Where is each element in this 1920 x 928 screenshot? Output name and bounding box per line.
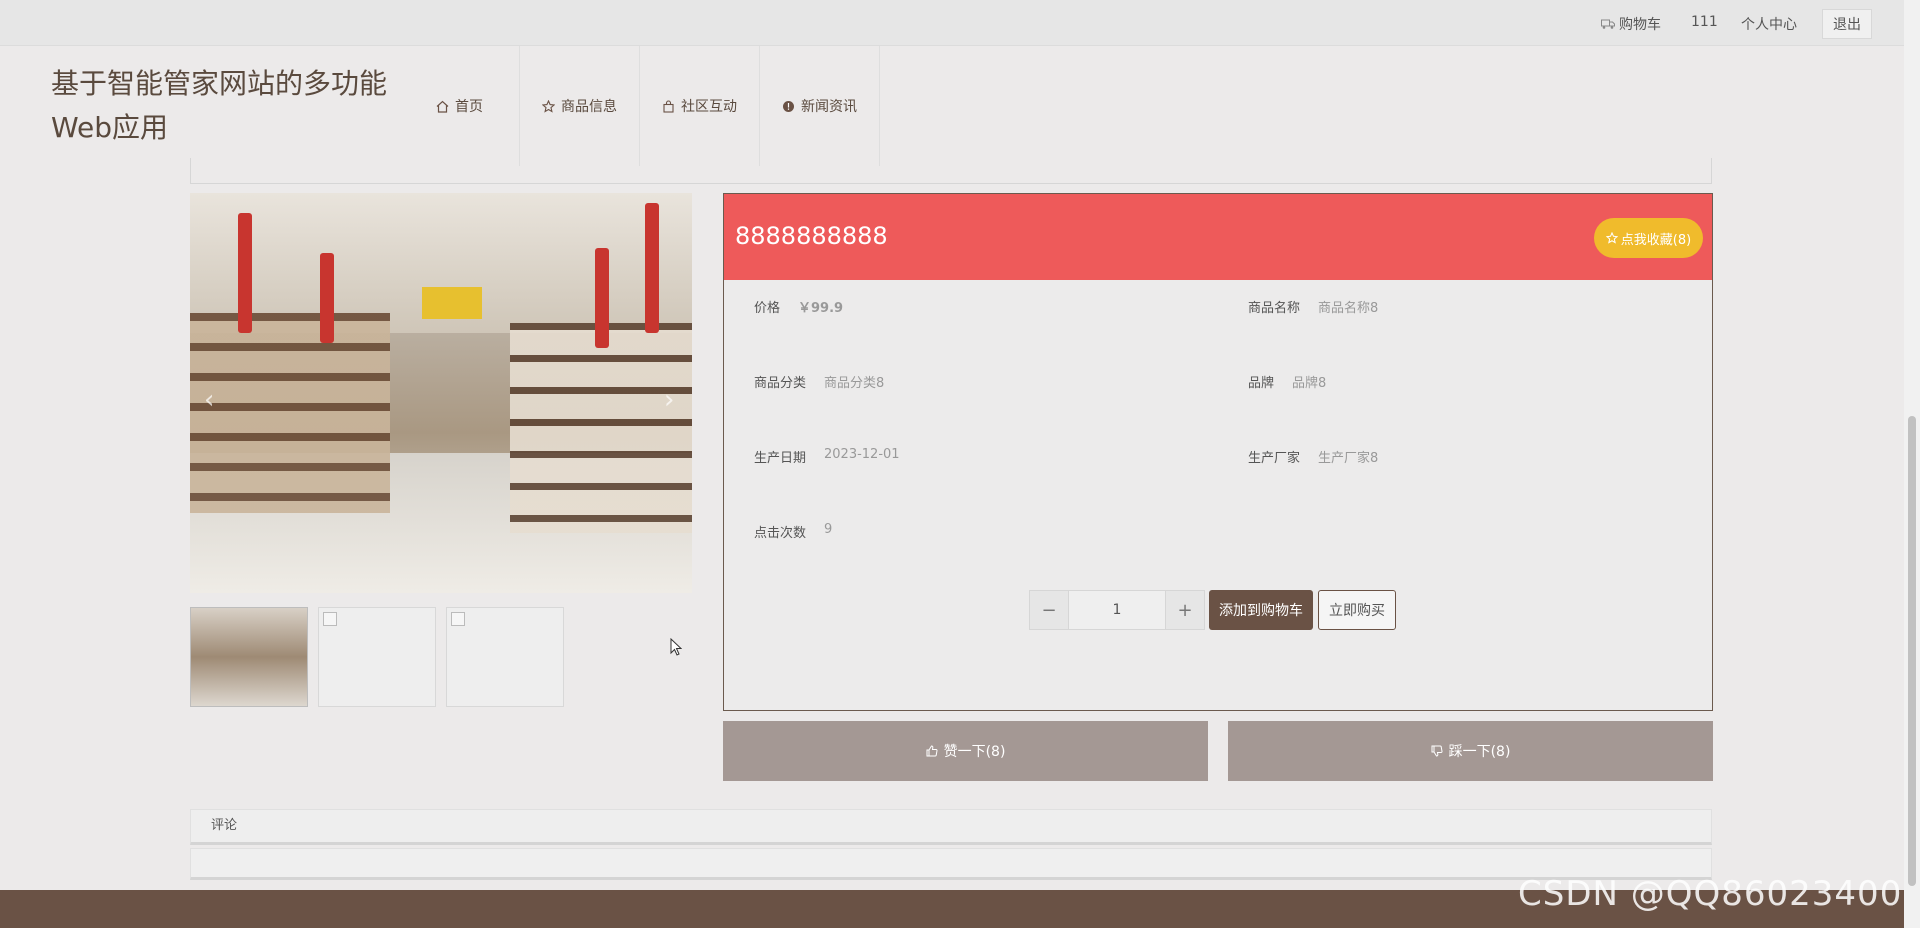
thumbnail-3[interactable] xyxy=(446,607,564,707)
star-icon xyxy=(542,99,555,113)
clicks-label: 点击次数 xyxy=(754,526,807,541)
thumbs-down-icon xyxy=(1431,745,1443,757)
like-label: 赞一下(8) xyxy=(943,744,1006,760)
thumbnail-strip xyxy=(190,607,564,707)
nav-item-home[interactable]: 首页 xyxy=(400,46,520,166)
username-link[interactable]: 111 xyxy=(1691,14,1718,30)
product-main-image[interactable] xyxy=(190,193,692,593)
quantity-input[interactable] xyxy=(1069,590,1165,630)
nav-item-label: 首页 xyxy=(455,99,483,115)
photo-banner xyxy=(645,203,659,333)
buy-now-button[interactable]: 立即购买 xyxy=(1318,590,1396,630)
main-nav: 首页 商品信息 社区互动 新闻资讯 xyxy=(400,46,880,166)
decrease-quantity-button[interactable]: − xyxy=(1029,590,1069,630)
product-title: 8888888888 xyxy=(735,222,888,250)
top-utility-bar: 购物车 111 个人中心 退出 xyxy=(0,0,1920,46)
nav-item-news[interactable]: 新闻资讯 xyxy=(760,46,880,166)
product-header: 8888888888 点我收藏(8) xyxy=(724,194,1712,280)
logout-label: 退出 xyxy=(1833,17,1861,33)
broken-image-icon xyxy=(323,612,337,626)
name-value: 商品名称8 xyxy=(1318,301,1379,316)
photo-sign xyxy=(422,287,482,319)
cart-label: 购物车 xyxy=(1619,17,1661,33)
quantity-row: − + 添加到购物车 立即购买 xyxy=(1029,590,1396,630)
user-center-label: 个人中心 xyxy=(1741,17,1797,33)
thumbnail-2[interactable] xyxy=(318,607,436,707)
date-value: 2023-12-01 xyxy=(824,447,900,462)
category-value: 商品分类8 xyxy=(824,376,885,391)
brand-value: 品牌8 xyxy=(1292,376,1327,391)
price-label: 价格 xyxy=(754,301,781,316)
carousel-prev-icon[interactable]: ‹ xyxy=(204,385,214,415)
home-icon xyxy=(436,100,449,113)
comments-body xyxy=(190,848,1712,880)
like-button[interactable]: 赞一下(8) xyxy=(723,721,1208,781)
date-field: 生产日期 2023-12-01 xyxy=(754,447,900,466)
star-icon xyxy=(1605,232,1618,244)
category-field: 商品分类 商品分类8 xyxy=(754,372,884,391)
product-info-panel: 8888888888 点我收藏(8) 价格 ￥99.9 商品名称 商品名称8 商… xyxy=(723,193,1713,711)
maker-field: 生产厂家 生产厂家8 xyxy=(1248,447,1378,466)
logout-button[interactable]: 退出 xyxy=(1822,9,1872,39)
name-label: 商品名称 xyxy=(1248,301,1301,316)
photo-banner xyxy=(320,253,334,343)
clicks-field: 点击次数 9 xyxy=(754,522,832,541)
maker-value: 生产厂家8 xyxy=(1318,451,1379,466)
scrollbar-thumb[interactable] xyxy=(1908,416,1916,886)
favorite-button[interactable]: 点我收藏(8) xyxy=(1594,218,1703,258)
scrollbar[interactable] xyxy=(1904,0,1920,928)
thumbs-up-icon xyxy=(926,745,938,757)
broken-image-icon xyxy=(451,612,465,626)
thumbnail-1[interactable] xyxy=(190,607,308,707)
maker-label: 生产厂家 xyxy=(1248,451,1301,466)
photo-banner xyxy=(595,248,609,348)
photo-banner xyxy=(238,213,252,333)
bag-icon xyxy=(663,99,674,113)
nav-item-label: 商品信息 xyxy=(561,99,617,115)
favorite-label: 点我收藏(8) xyxy=(1620,232,1692,248)
category-label: 商品分类 xyxy=(754,376,807,391)
username: 111 xyxy=(1691,14,1718,30)
photo-shelf-left xyxy=(190,313,390,513)
clicks-value: 9 xyxy=(824,522,833,537)
comments-title: 评论 xyxy=(211,818,238,833)
comments-tab[interactable]: 评论 xyxy=(190,809,1712,845)
carousel-next-icon[interactable]: › xyxy=(664,385,674,415)
cart-link[interactable]: 购物车 xyxy=(1601,14,1661,34)
dislike-button[interactable]: 踩一下(8) xyxy=(1228,721,1713,781)
header-divider xyxy=(190,158,1712,184)
price-field: 价格 ￥99.9 xyxy=(754,297,843,316)
nav-item-products[interactable]: 商品信息 xyxy=(520,46,640,166)
date-label: 生产日期 xyxy=(754,451,807,466)
photo-shelf-right xyxy=(510,323,692,533)
site-title: 基于智能管家网站的多功能Web应用 xyxy=(51,67,388,144)
brand-field: 品牌 品牌8 xyxy=(1248,372,1326,391)
info-icon xyxy=(783,100,794,112)
brand-label: 品牌 xyxy=(1248,376,1275,391)
mouse-cursor-icon xyxy=(670,638,682,656)
dislike-label: 踩一下(8) xyxy=(1448,744,1511,760)
watermark-text: CSDN @QQ860234001 xyxy=(1518,874,1920,914)
truck-icon xyxy=(1601,19,1615,29)
add-to-cart-button[interactable]: 添加到购物车 xyxy=(1209,590,1313,630)
name-field: 商品名称 商品名称8 xyxy=(1248,297,1378,316)
nav-item-label: 社区互动 xyxy=(681,99,737,115)
nav-item-label: 新闻资讯 xyxy=(801,99,857,115)
nav-item-community[interactable]: 社区互动 xyxy=(640,46,760,166)
price-value: ￥99.9 xyxy=(798,301,844,316)
user-center-link[interactable]: 个人中心 xyxy=(1741,14,1797,34)
increase-quantity-button[interactable]: + xyxy=(1165,590,1205,630)
